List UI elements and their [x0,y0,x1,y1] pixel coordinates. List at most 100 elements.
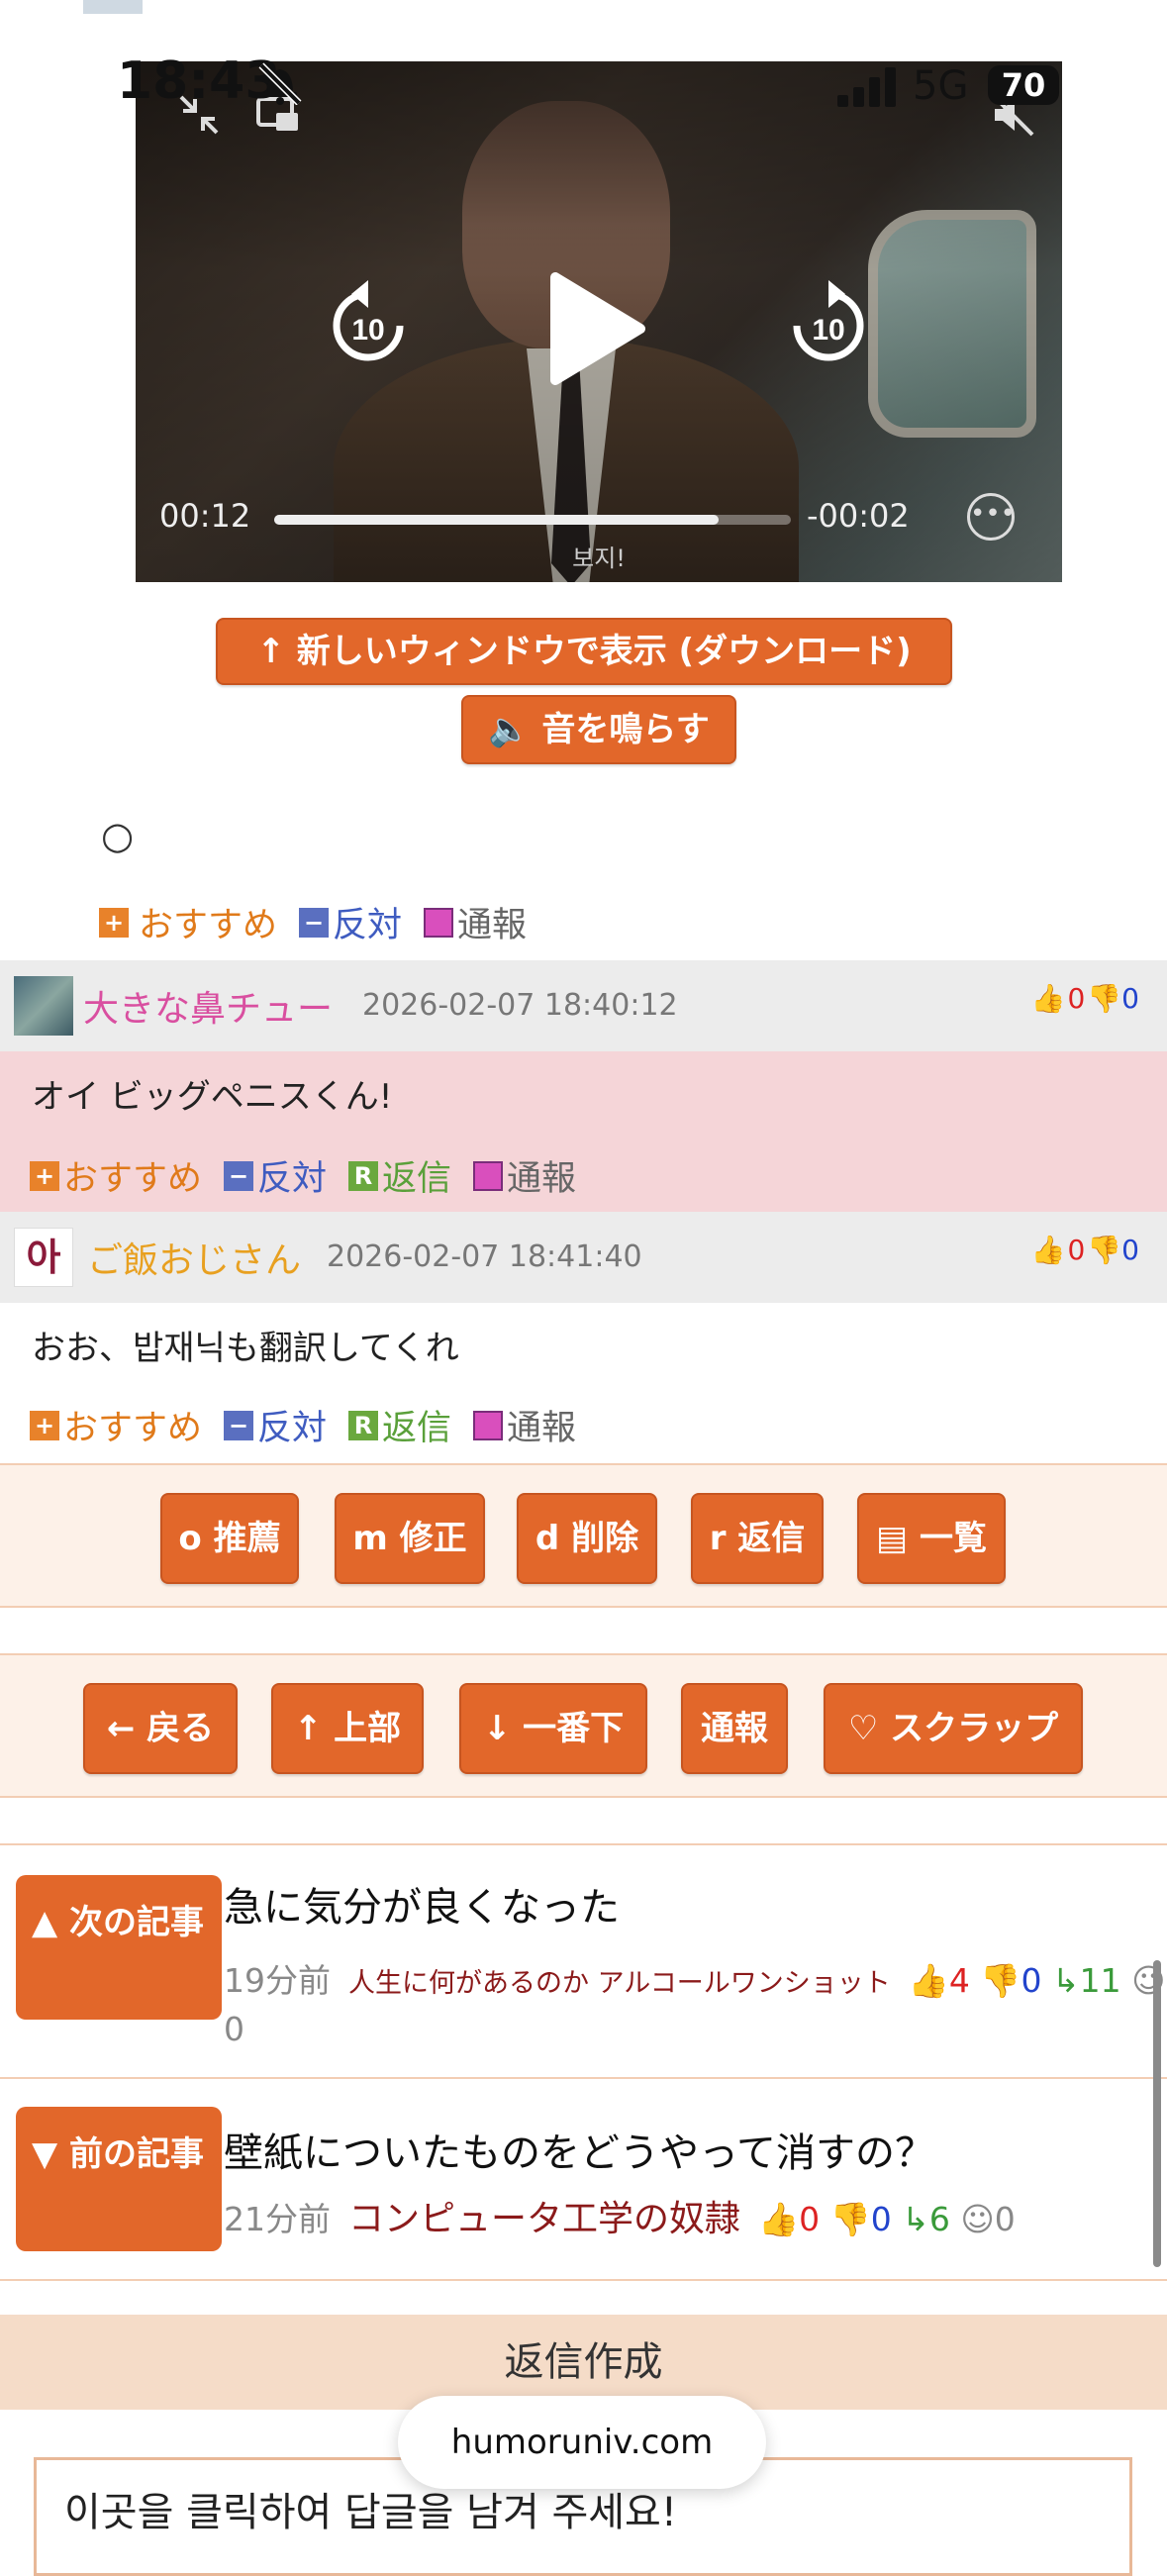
video-elapsed-time: 00:12 [159,497,251,535]
avatar[interactable]: 아 [14,1228,73,1287]
play-sound-button[interactable]: 🔈 音を鳴らす [461,695,736,764]
prev-article-replies: 6 [928,2200,950,2238]
next-article-meta: 19分前 人生に何があるのか アルコールワンショット 👍4 👎0 ↳11 ☺ [224,1954,1166,2002]
next-article-replies: 11 [1079,1961,1121,2000]
recommend-post-button[interactable]: o 推薦 [160,1493,299,1584]
reply-label: 返信 [382,1159,452,1199]
report-icon [473,1410,504,1440]
report-label: 通報 [507,1159,577,1199]
comment-header: 아 ご飯おじさん 2026-02-07 18:41:40 👍 0 👎 0 [0,1212,1167,1303]
comment-date: 2026-02-07 18:41:40 [327,1239,642,1274]
smiley-icon: ☺ [960,2200,995,2238]
svg-text:10: 10 [812,314,844,347]
nav-toolbar: ← 戻る ↑ 上部 ↓ 一番下 通報 ♡ スクラップ [0,1653,1167,1798]
prev-article-down: 0 [870,2200,892,2238]
oppose-button[interactable]: − 反対 [299,897,402,947]
video-progress-bar[interactable] [274,515,791,525]
play-sound-label: 音を鳴らす [541,710,710,749]
battery-icon: 70 [988,65,1059,105]
next-article-down: 0 [1021,1961,1042,2000]
minus-icon: − [299,907,330,938]
comment-text: おお、밥재닉も翻訳してくれ [32,1329,459,1368]
comment-text: オイ ビッグペニスくん! [32,1077,393,1117]
top-button[interactable]: ↑ 上部 [271,1683,424,1774]
signal-icon [837,67,897,107]
next-article-time: 19分前 [224,1961,331,2000]
down-count: 0 [1121,1234,1139,1266]
up-count: 0 [1067,982,1086,1015]
oppose-label: 反対 [333,906,403,945]
oppose-button[interactable]: − 反対 [224,1150,327,1201]
bottom-button[interactable]: ↓ 一番下 [459,1683,647,1774]
forward-10-icon[interactable]: 10 [784,274,873,368]
prev-article-title[interactable]: 壁紙についたものをどうやって消すの？ [224,2121,934,2178]
back-button[interactable]: ← 戻る [83,1683,238,1774]
down-count: 0 [1121,982,1139,1015]
prev-article-meta: 21分前 コンピュータ工学の奴隷 👍0 👎0 ↳6 ☺0 [224,2190,1016,2241]
prev-article-views: 0 [994,2200,1016,2238]
status-bar: 18:43 5G 70 [0,0,1167,168]
next-article-author: 人生に何があるのか アルコールワンショット [348,1968,891,1999]
recommend-button[interactable]: + おすすめ [30,1400,202,1450]
thumbs-down-icon[interactable]: 👎 [1087,982,1121,1015]
recommend-label: おすすめ [63,1159,203,1199]
report-button[interactable]: 通報 [424,897,527,947]
next-article-up: 4 [948,1961,970,2000]
thumbs-up-icon[interactable]: 👍 [1031,982,1066,1015]
thumbs-up-icon: 👍 [758,2200,800,2238]
thumbs-down-icon: 👎 [829,2200,871,2238]
recommend-label: おすすめ [63,1409,203,1448]
next-article-title[interactable]: 急に気分が良くなった [224,1875,620,1932]
reply-post-button[interactable]: r 返信 [691,1493,824,1584]
post-actions: + おすすめ − 反対 通報 [99,897,548,947]
plus-icon: + [30,1160,59,1191]
thumbs-up-icon: 👍 [908,1961,949,2000]
new-window-download-button[interactable]: ↑ 新しいウィンドウで表示 (ダウンロード) [216,618,952,685]
comment-body-area: オイ ビッグペニスくん! + おすすめ − 反対 R 返信 通報 [0,1051,1167,1212]
reply-arrow-icon: ↳ [902,2200,929,2238]
plus-icon: + [30,1410,59,1440]
address-bar[interactable]: humoruniv.com [398,2396,766,2489]
divider [0,2279,1167,2281]
next-article[interactable]: ▲ 次の記事 急に気分が良くなった 19分前 人生に何があるのか アルコールワンシ… [0,1845,1167,2077]
post-toolbar: o 推薦 m 修正 d 削除 r 返信 ▤ 一覧 [0,1463,1167,1608]
comment-date: 2026-02-07 18:40:12 [362,988,678,1023]
next-article-views: 0 [224,2010,244,2048]
comment-author[interactable]: ご飯おじさん [87,1232,301,1283]
list-button[interactable]: ▤ 一覧 [857,1493,1006,1584]
rewind-10-icon[interactable]: 10 [324,274,413,368]
oppose-label: 反対 [257,1409,328,1448]
comment-votes: 👍 0 👎 0 [1031,1234,1139,1266]
report-button[interactable]: 通報 [473,1150,576,1201]
thumbs-down-icon[interactable]: 👎 [1087,1234,1121,1266]
report-post-button[interactable]: 通報 [681,1683,788,1774]
scrollbar[interactable] [1153,1960,1161,2267]
recommend-button[interactable]: + おすすめ [30,1150,202,1201]
comment-actions: + おすすめ − 反対 R 返信 通報 [30,1400,598,1450]
prev-article-author: コンピュータ工学の奴隷 [348,2199,741,2239]
comment-actions: + おすすめ − 反対 R 返信 通報 [30,1150,598,1201]
silent-bell-icon [258,62,302,105]
more-options-icon[interactable]: ••• [967,493,1016,541]
recommend-label: おすすめ [139,906,278,945]
report-button[interactable]: 通報 [473,1400,576,1450]
prev-article-label: ▼ 前の記事 [16,2107,222,2251]
thumbs-up-icon[interactable]: 👍 [1031,1234,1066,1266]
play-icon[interactable] [541,269,650,388]
prev-article-time: 21分前 [224,2200,331,2238]
prev-article[interactable]: ▼ 前の記事 壁紙についたものをどうやって消すの？ 21分前 コンピュータ工学の奴… [0,2079,1167,2279]
scrap-button[interactable]: ♡ スクラップ [824,1683,1083,1774]
delete-post-button[interactable]: d 削除 [517,1493,657,1584]
recommend-button[interactable]: + おすすめ [99,897,277,947]
reply-button[interactable]: R 返信 [348,1150,451,1201]
avatar[interactable] [14,976,73,1036]
edit-post-button[interactable]: m 修正 [335,1493,485,1584]
oppose-button[interactable]: − 反対 [224,1400,327,1450]
thumbs-down-icon: 👎 [980,1961,1021,2000]
report-icon [473,1160,504,1191]
reply-button[interactable]: R 返信 [348,1400,451,1450]
minus-icon: − [224,1160,254,1191]
report-label: 通報 [457,906,528,945]
comment-header: 大きな鼻チュー 2026-02-07 18:40:12 👍 0 👎 0 [0,960,1167,1051]
comment-author[interactable]: 大きな鼻チュー [83,980,333,1032]
